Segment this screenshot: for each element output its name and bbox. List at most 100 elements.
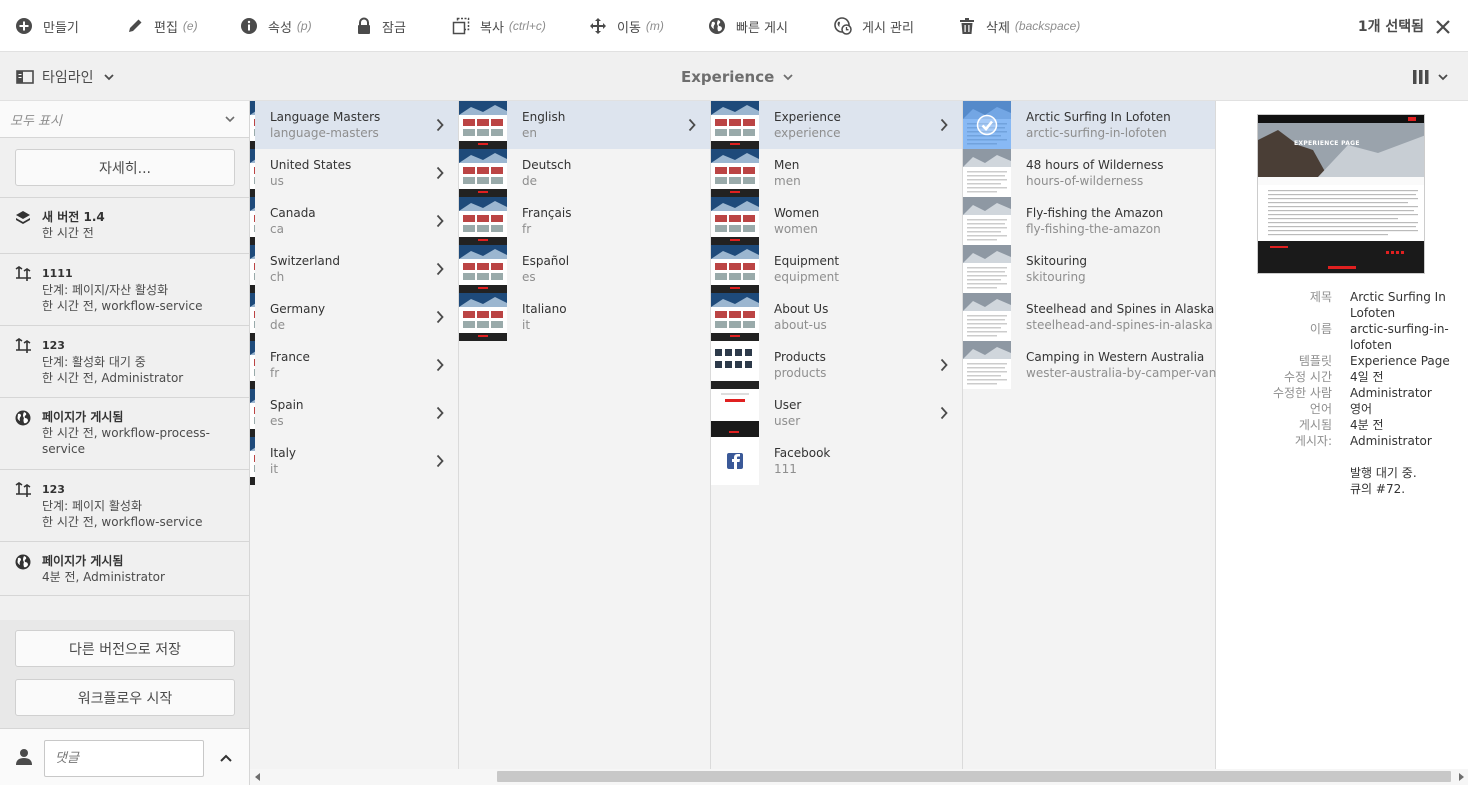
item-thumbnail[interactable] [711, 197, 759, 245]
column-item[interactable]: Spain es [250, 389, 458, 437]
facebook-icon[interactable] [711, 437, 759, 485]
column-item[interactable]: Steelhead and Spines in Alaska steelhead-… [963, 293, 1215, 341]
item-thumbnail[interactable] [711, 149, 759, 197]
column-item-name: fr [522, 222, 532, 236]
user-icon [16, 749, 32, 765]
column-item[interactable]: Fly-fishing the Amazon fly-fishing-the-am… [963, 197, 1215, 245]
column-item[interactable]: France fr [250, 341, 458, 389]
properties-button[interactable]: 속성 (p) [240, 0, 312, 52]
item-thumbnail[interactable] [459, 197, 507, 245]
scrollbar-thumb[interactable] [497, 771, 1451, 782]
timeline-entry-detail: 단계: 페이지 활성화 [42, 499, 142, 513]
column-item[interactable]: United States us [250, 149, 458, 197]
comment-input[interactable] [44, 740, 204, 777]
chevron-up-icon[interactable] [219, 753, 233, 763]
chevron-right-icon[interactable] [436, 454, 444, 468]
column-item[interactable]: User user [711, 389, 962, 437]
move-button[interactable]: 이동 (m) [589, 0, 664, 52]
item-thumbnail[interactable] [711, 101, 759, 149]
item-thumbnail[interactable] [711, 245, 759, 293]
column-item[interactable]: Women women [711, 197, 962, 245]
column-item-name: us [270, 174, 284, 188]
timeline-entry[interactable]: 123 단계: 활성화 대기 중 한 시간 전, Administrator [0, 325, 249, 397]
chevron-right-icon[interactable] [436, 214, 444, 228]
column-item[interactable]: Italiano it [459, 293, 710, 341]
column-item[interactable]: Switzerland ch [250, 245, 458, 293]
column-item[interactable]: Camping in Western Australia wester-austr… [963, 341, 1216, 389]
chevron-right-icon[interactable] [436, 166, 444, 180]
chevron-right-icon[interactable] [688, 118, 696, 132]
column-item[interactable]: Español es [459, 245, 710, 293]
chevron-down-icon [225, 116, 235, 123]
column-item[interactable]: 48 hours of Wilderness hours-of-wildernes… [963, 149, 1215, 197]
location-title[interactable]: Experience [681, 52, 793, 101]
timeline-entry[interactable]: 1111 단계: 페이지/자산 활성화 한 시간 전, workflow-ser… [0, 253, 249, 325]
column-item[interactable]: Arctic Surfing In Lofoten arctic-surfing-… [963, 101, 1215, 149]
column-item[interactable]: Language Masters language-masters [250, 101, 458, 149]
column-item[interactable]: Experience experience [711, 101, 962, 149]
start-workflow-button[interactable]: 워크플로우 시작 [15, 679, 235, 716]
column-item[interactable]: Italy it [250, 437, 458, 485]
chevron-right-icon[interactable] [940, 406, 948, 420]
publication-status-line: 큐의 #72. [1350, 482, 1406, 496]
timeline-entry[interactable]: 새 버전 1.4 한 시간 전 [0, 197, 249, 253]
close-selection-icon[interactable] [1435, 19, 1451, 35]
column-item[interactable]: Products products [711, 341, 962, 389]
manage-publication-button[interactable]: 게시 관리 [834, 0, 914, 52]
quick-publish-button[interactable]: 빠른 게시 [708, 0, 788, 52]
item-thumbnail[interactable] [963, 341, 1011, 389]
view-switcher[interactable] [1412, 52, 1448, 101]
column-item[interactable]: Men men [711, 149, 962, 197]
chevron-right-icon[interactable] [940, 118, 948, 132]
column-item[interactable]: Français fr [459, 197, 710, 245]
column-item-name: skitouring [1026, 270, 1086, 284]
chevron-right-icon[interactable] [436, 310, 444, 324]
column-item[interactable]: Equipment equipment [711, 245, 962, 293]
column-item[interactable]: Skitouring skitouring [963, 245, 1215, 293]
column-item[interactable]: Germany de [250, 293, 458, 341]
chevron-right-icon[interactable] [436, 118, 444, 132]
timeline-entry[interactable]: 페이지가 게시됨 4분 전, Administrator [0, 541, 249, 596]
item-thumbnail[interactable] [963, 149, 1011, 197]
copy-button[interactable]: 복사 (ctrl+c) [452, 0, 546, 52]
column-item[interactable]: About Us about-us [711, 293, 962, 341]
item-thumbnail[interactable] [711, 341, 759, 389]
horizontal-scrollbar[interactable] [250, 769, 1468, 785]
edit-button[interactable]: 편집 (e) [126, 0, 198, 52]
rail-toggle[interactable]: 타임라인 [16, 52, 114, 101]
delete-button[interactable]: 삭제 (backspace) [958, 0, 1080, 52]
scroll-left-icon[interactable] [255, 773, 261, 781]
item-thumbnail [250, 293, 255, 341]
column-item-title: Equipment [774, 254, 840, 268]
chevron-right-icon[interactable] [436, 262, 444, 276]
item-thumbnail[interactable] [459, 245, 507, 293]
timeline-filter-select[interactable]: 모두 표시 [0, 101, 249, 138]
timeline-entry[interactable]: 페이지가 게시됨 한 시간 전, workflow-process- servi… [0, 397, 249, 469]
create-button[interactable]: 만들기 [15, 0, 79, 52]
column-item[interactable]: Canada ca [250, 197, 458, 245]
selection-overlay[interactable] [963, 101, 1011, 149]
item-thumbnail[interactable] [711, 293, 759, 341]
item-thumbnail[interactable] [711, 389, 759, 437]
item-thumbnail[interactable] [459, 101, 507, 149]
item-thumbnail[interactable] [459, 293, 507, 341]
item-thumbnail[interactable] [963, 197, 1011, 245]
timeline-entry[interactable]: 123 단계: 페이지 활성화 한 시간 전, workflow-service [0, 469, 249, 541]
timeline-filter-value: 모두 표시 [10, 113, 62, 129]
chevron-right-icon[interactable] [940, 358, 948, 372]
lock-button[interactable]: 잠금 [356, 0, 406, 52]
add-circle-icon [16, 18, 32, 34]
item-thumbnail[interactable] [459, 149, 507, 197]
metadata-key: 게시됨 [1298, 418, 1332, 432]
chevron-down-icon [103, 73, 114, 80]
scroll-right-icon[interactable] [1458, 773, 1464, 781]
column-item[interactable]: English en [459, 101, 710, 149]
chevron-right-icon[interactable] [436, 406, 444, 420]
column-item[interactable]: Facebook 111 [711, 437, 962, 485]
chevron-right-icon[interactable] [436, 358, 444, 372]
item-thumbnail[interactable] [963, 293, 1011, 341]
item-thumbnail[interactable] [963, 245, 1011, 293]
more-button[interactable]: 자세히... [15, 149, 235, 186]
column-item[interactable]: Deutsch de [459, 149, 710, 197]
save-as-version-button[interactable]: 다른 버전으로 저장 [15, 630, 235, 667]
